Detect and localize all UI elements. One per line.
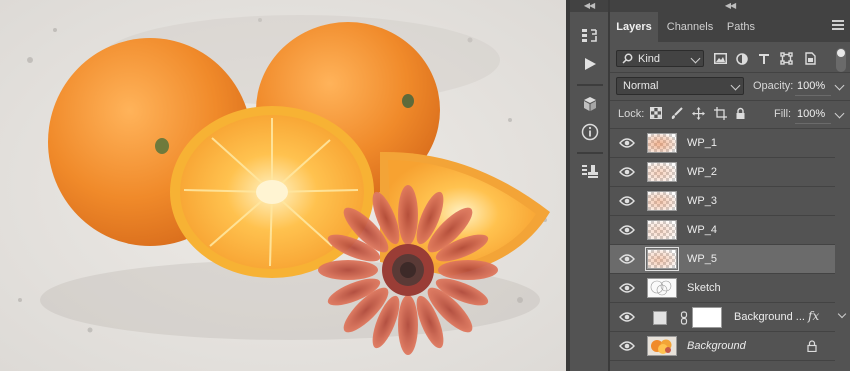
collapse-dock-button[interactable]: ◀◀ (570, 0, 608, 12)
fill-input[interactable]: 100% (797, 108, 825, 120)
layer-row-wp4[interactable]: WP_4 (610, 216, 835, 245)
chevron-down-icon (730, 80, 741, 91)
lock-position-move-icon[interactable] (690, 105, 706, 121)
filter-kind-select[interactable]: Kind (616, 50, 704, 67)
layers-panel: ◀◀ Layers Channels Paths Kind Normal Opa… (610, 0, 850, 371)
layer-locked-icon[interactable] (807, 340, 817, 352)
lock-artboard-icon[interactable] (712, 105, 728, 121)
filter-kind-label: Kind (638, 53, 661, 65)
layer-mask-thumbnail[interactable] (692, 307, 722, 328)
layers-scrollbar[interactable] (835, 129, 850, 371)
document-canvas[interactable] (0, 0, 566, 371)
layer-thumbnail (645, 247, 679, 271)
layer-name: WP_5 (687, 253, 717, 265)
layer-row-sketch[interactable]: Sketch (610, 274, 835, 303)
fill-label: Fill: (774, 108, 792, 120)
visibility-eye-icon[interactable] (619, 311, 635, 323)
collapse-panel-button[interactable]: ◀◀ (610, 0, 850, 12)
tool-separator (577, 84, 603, 86)
artwork-image (0, 0, 566, 371)
visibility-eye-icon[interactable] (619, 340, 635, 352)
visibility-eye-icon[interactable] (619, 195, 635, 207)
layer-name: WP_2 (687, 166, 717, 178)
fill-underline (795, 123, 831, 124)
tab-layers[interactable]: Layers (610, 12, 658, 42)
panel-tab-bar: Layers Channels Paths (610, 12, 850, 42)
layer-thumbnail (647, 220, 677, 240)
tab-channels[interactable]: Channels (660, 12, 720, 42)
3d-cube-icon[interactable] (578, 92, 602, 116)
layer-row-wp2[interactable]: WP_2 (610, 158, 835, 187)
layer-thumbnail (647, 133, 677, 153)
layer-row-background-fill[interactable]: Background ... fx (610, 303, 835, 332)
opacity-label: Opacity: (753, 80, 794, 92)
blend-mode-select[interactable]: Normal (616, 77, 744, 95)
lock-label: Lock: (618, 108, 645, 120)
tab-paths[interactable]: Paths (722, 12, 760, 42)
filter-pixel-layers-icon[interactable] (712, 50, 728, 67)
filter-toggle-switch[interactable] (836, 48, 846, 72)
filter-smart-objects-icon[interactable] (802, 50, 818, 67)
lock-transparent-pixels-icon[interactable] (648, 105, 664, 121)
info-icon[interactable] (578, 120, 602, 144)
layer-name: Background ... (734, 311, 805, 323)
fill-color-swatch[interactable] (653, 311, 667, 325)
panel-menu-icon[interactable] (832, 20, 844, 30)
opacity-slider-chevron-icon[interactable] (834, 80, 845, 91)
clone-source-icon[interactable] (578, 160, 602, 184)
chevron-down-icon (690, 53, 701, 64)
chevron-down-icon[interactable] (837, 309, 847, 319)
link-chain-icon[interactable] (680, 311, 688, 325)
visibility-eye-icon[interactable] (619, 282, 635, 294)
layer-name: WP_4 (687, 224, 717, 236)
layer-name: Sketch (687, 282, 721, 294)
layer-name: WP_3 (687, 195, 717, 207)
layer-effects-fx-icon[interactable]: fx (808, 309, 819, 323)
layer-row-background[interactable]: Background (610, 332, 835, 361)
filter-adjustment-layers-icon[interactable] (734, 50, 750, 67)
opacity-underline (795, 95, 831, 96)
history-icon[interactable] (578, 24, 602, 48)
search-icon (622, 53, 633, 67)
fill-slider-chevron-icon[interactable] (834, 108, 845, 119)
lock-all-icon[interactable] (732, 105, 748, 121)
layer-name: Background (687, 340, 746, 352)
layer-thumbnail (647, 336, 677, 356)
lock-image-pixels-brush-icon[interactable] (668, 105, 684, 121)
filter-type-layers-icon[interactable] (756, 50, 772, 67)
visibility-eye-icon[interactable] (619, 137, 635, 149)
filter-shape-layers-icon[interactable] (778, 50, 794, 67)
layer-thumbnail (647, 191, 677, 211)
layer-thumbnail (647, 278, 677, 298)
layer-name: WP_1 (687, 137, 717, 149)
blend-mode-value: Normal (623, 80, 659, 92)
layers-list: WP_1 WP_2 WP_3 WP_4 WP_5 Sketch Backgrou… (610, 129, 835, 371)
opacity-input[interactable]: 100% (797, 80, 825, 92)
layer-thumbnail (647, 162, 677, 182)
visibility-eye-icon[interactable] (619, 166, 635, 178)
collapsed-panel-dock: ◀◀ (570, 0, 610, 371)
play-action-icon[interactable] (578, 52, 602, 76)
panel-separator (610, 72, 850, 73)
layer-row-wp1[interactable]: WP_1 (610, 129, 835, 158)
layer-row-wp5[interactable]: WP_5 (610, 245, 835, 274)
layer-row-wp3[interactable]: WP_3 (610, 187, 835, 216)
panel-separator (610, 100, 850, 101)
tool-separator (577, 152, 603, 154)
visibility-eye-icon[interactable] (619, 253, 635, 265)
visibility-eye-icon[interactable] (619, 224, 635, 236)
